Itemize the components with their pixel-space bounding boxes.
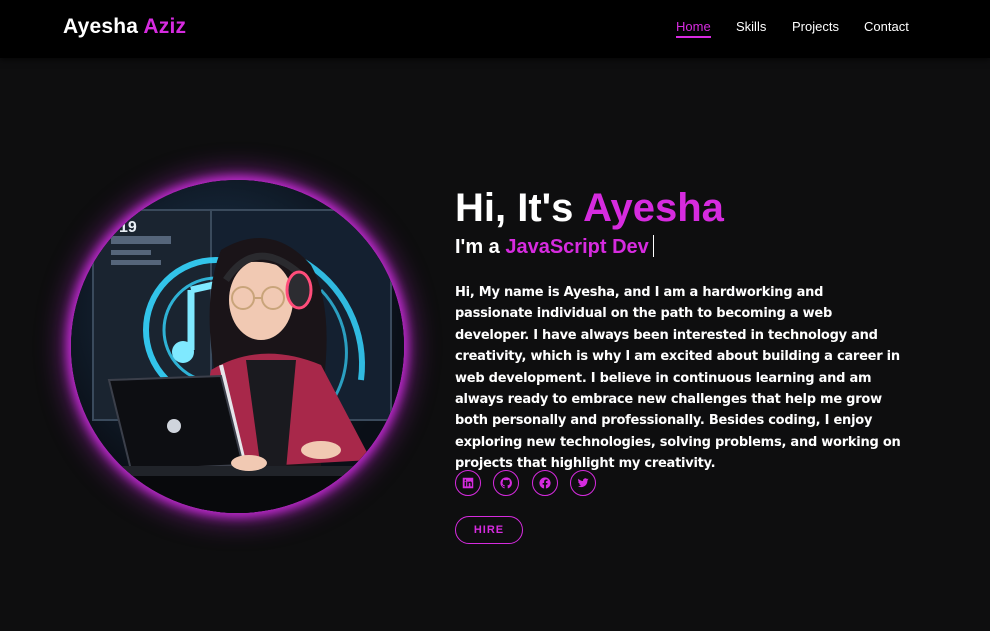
profile-portrait: 19 — [71, 180, 404, 513]
greeting-prefix: Hi, It's — [455, 186, 574, 230]
nav-home[interactable]: Home — [676, 19, 711, 38]
hire-button[interactable]: HIRE — [455, 516, 523, 544]
typing-caret — [652, 235, 654, 257]
nav-projects[interactable]: Projects — [792, 19, 839, 34]
screen-number: 19 — [119, 219, 137, 236]
hero-bio: Hi, My name is Ayesha, and I am a hardwo… — [455, 285, 901, 472]
portrait-illustration: 19 — [71, 180, 404, 513]
greeting-name: Ayesha — [583, 186, 724, 230]
nav-contact[interactable]: Contact — [864, 19, 909, 34]
nav-links: Home Skills Projects Contact — [0, 19, 990, 39]
linkedin-link[interactable] — [455, 470, 481, 496]
role-typed-text: JavaScript Dev — [505, 236, 649, 258]
hero-greeting: Hi, It's Ayesha — [455, 186, 724, 231]
facebook-icon — [539, 477, 551, 489]
linkedin-icon — [462, 477, 474, 489]
role-prefix: I'm a — [455, 236, 500, 258]
github-icon — [500, 477, 512, 489]
nav-skills[interactable]: Skills — [736, 19, 766, 34]
twitter-link[interactable] — [570, 470, 596, 496]
github-link[interactable] — [493, 470, 519, 496]
twitter-icon — [577, 478, 589, 488]
navbar: Ayesha Aziz Home Skills Projects Contact — [0, 0, 990, 58]
hero-role: I'm a JavaScript Dev — [455, 235, 654, 259]
facebook-link[interactable] — [532, 470, 558, 496]
